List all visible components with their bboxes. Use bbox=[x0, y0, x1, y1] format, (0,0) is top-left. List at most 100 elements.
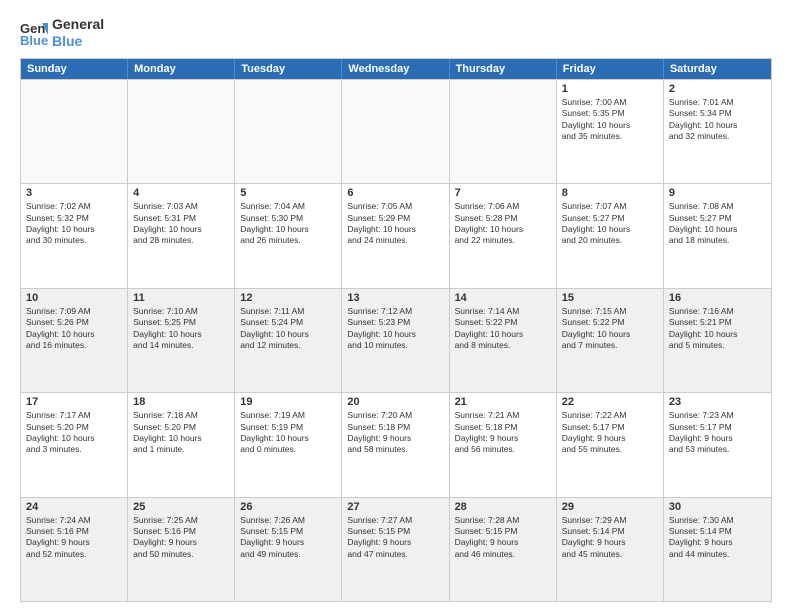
day-info: Sunrise: 7:07 AM Sunset: 5:27 PM Dayligh… bbox=[562, 201, 658, 247]
calendar-row: 17 Sunrise: 7:17 AM Sunset: 5:20 PM Dayli… bbox=[21, 392, 771, 496]
weekday-header: Wednesday bbox=[342, 59, 449, 79]
calendar-cell: 17 Sunrise: 7:17 AM Sunset: 5:20 PM Dayli… bbox=[21, 393, 128, 496]
day-number: 13 bbox=[347, 292, 443, 304]
calendar-cell: 2 Sunrise: 7:01 AM Sunset: 5:34 PM Daylig… bbox=[664, 80, 771, 183]
day-info: Sunrise: 7:10 AM Sunset: 5:25 PM Dayligh… bbox=[133, 306, 229, 352]
day-number: 29 bbox=[562, 501, 658, 513]
day-number: 11 bbox=[133, 292, 229, 304]
day-number: 2 bbox=[669, 83, 766, 95]
day-info: Sunrise: 7:19 AM Sunset: 5:19 PM Dayligh… bbox=[240, 410, 336, 456]
day-number: 4 bbox=[133, 187, 229, 199]
weekday-header: Friday bbox=[557, 59, 664, 79]
day-info: Sunrise: 7:15 AM Sunset: 5:22 PM Dayligh… bbox=[562, 306, 658, 352]
day-info: Sunrise: 7:21 AM Sunset: 5:18 PM Dayligh… bbox=[455, 410, 551, 456]
day-info: Sunrise: 7:20 AM Sunset: 5:18 PM Dayligh… bbox=[347, 410, 443, 456]
calendar-cell: 27 Sunrise: 7:27 AM Sunset: 5:15 PM Dayli… bbox=[342, 498, 449, 601]
calendar-cell bbox=[235, 80, 342, 183]
day-info: Sunrise: 7:14 AM Sunset: 5:22 PM Dayligh… bbox=[455, 306, 551, 352]
day-info: Sunrise: 7:25 AM Sunset: 5:16 PM Dayligh… bbox=[133, 515, 229, 561]
calendar-cell: 30 Sunrise: 7:30 AM Sunset: 5:14 PM Dayli… bbox=[664, 498, 771, 601]
day-number: 3 bbox=[26, 187, 122, 199]
calendar-row: 10 Sunrise: 7:09 AM Sunset: 5:26 PM Dayli… bbox=[21, 288, 771, 392]
day-info: Sunrise: 7:26 AM Sunset: 5:15 PM Dayligh… bbox=[240, 515, 336, 561]
calendar-cell: 22 Sunrise: 7:22 AM Sunset: 5:17 PM Dayli… bbox=[557, 393, 664, 496]
day-info: Sunrise: 7:01 AM Sunset: 5:34 PM Dayligh… bbox=[669, 97, 766, 143]
day-number: 6 bbox=[347, 187, 443, 199]
calendar-cell: 11 Sunrise: 7:10 AM Sunset: 5:25 PM Dayli… bbox=[128, 289, 235, 392]
day-number: 27 bbox=[347, 501, 443, 513]
day-number: 17 bbox=[26, 396, 122, 408]
day-number: 18 bbox=[133, 396, 229, 408]
calendar-cell: 28 Sunrise: 7:28 AM Sunset: 5:15 PM Dayli… bbox=[450, 498, 557, 601]
day-number: 12 bbox=[240, 292, 336, 304]
day-info: Sunrise: 7:04 AM Sunset: 5:30 PM Dayligh… bbox=[240, 201, 336, 247]
calendar-cell: 13 Sunrise: 7:12 AM Sunset: 5:23 PM Dayli… bbox=[342, 289, 449, 392]
calendar-cell bbox=[450, 80, 557, 183]
day-info: Sunrise: 7:23 AM Sunset: 5:17 PM Dayligh… bbox=[669, 410, 766, 456]
logo-icon: General Blue bbox=[20, 19, 48, 47]
day-number: 30 bbox=[669, 501, 766, 513]
day-number: 15 bbox=[562, 292, 658, 304]
weekday-header: Monday bbox=[128, 59, 235, 79]
day-number: 5 bbox=[240, 187, 336, 199]
day-number: 24 bbox=[26, 501, 122, 513]
day-info: Sunrise: 7:12 AM Sunset: 5:23 PM Dayligh… bbox=[347, 306, 443, 352]
day-info: Sunrise: 7:00 AM Sunset: 5:35 PM Dayligh… bbox=[562, 97, 658, 143]
calendar-cell bbox=[342, 80, 449, 183]
calendar-cell: 1 Sunrise: 7:00 AM Sunset: 5:35 PM Daylig… bbox=[557, 80, 664, 183]
day-number: 20 bbox=[347, 396, 443, 408]
day-info: Sunrise: 7:09 AM Sunset: 5:26 PM Dayligh… bbox=[26, 306, 122, 352]
day-number: 16 bbox=[669, 292, 766, 304]
calendar-cell: 18 Sunrise: 7:18 AM Sunset: 5:20 PM Dayli… bbox=[128, 393, 235, 496]
day-info: Sunrise: 7:29 AM Sunset: 5:14 PM Dayligh… bbox=[562, 515, 658, 561]
day-number: 21 bbox=[455, 396, 551, 408]
day-info: Sunrise: 7:30 AM Sunset: 5:14 PM Dayligh… bbox=[669, 515, 766, 561]
calendar-cell: 25Sunrise: 7:25 AM Sunset: 5:16 PM Dayli… bbox=[128, 498, 235, 601]
day-info: Sunrise: 7:08 AM Sunset: 5:27 PM Dayligh… bbox=[669, 201, 766, 247]
calendar-cell: 16 Sunrise: 7:16 AM Sunset: 5:21 PM Dayli… bbox=[664, 289, 771, 392]
day-info: Sunrise: 7:28 AM Sunset: 5:15 PM Dayligh… bbox=[455, 515, 551, 561]
weekday-header: Saturday bbox=[664, 59, 771, 79]
day-info: Sunrise: 7:16 AM Sunset: 5:21 PM Dayligh… bbox=[669, 306, 766, 352]
day-info: Sunrise: 7:11 AM Sunset: 5:24 PM Dayligh… bbox=[240, 306, 336, 352]
calendar-cell bbox=[128, 80, 235, 183]
calendar-cell: 5 Sunrise: 7:04 AM Sunset: 5:30 PM Daylig… bbox=[235, 184, 342, 287]
logo-text: GeneralBlue bbox=[52, 16, 104, 50]
header: General Blue GeneralBlue bbox=[20, 16, 772, 50]
calendar-cell: 19 Sunrise: 7:19 AM Sunset: 5:19 PM Dayli… bbox=[235, 393, 342, 496]
calendar-cell: 23Sunrise: 7:23 AM Sunset: 5:17 PM Dayli… bbox=[664, 393, 771, 496]
calendar-cell: 20 Sunrise: 7:20 AM Sunset: 5:18 PM Dayli… bbox=[342, 393, 449, 496]
weekday-header: Sunday bbox=[21, 59, 128, 79]
day-number: 28 bbox=[455, 501, 551, 513]
weekday-header: Tuesday bbox=[235, 59, 342, 79]
day-info: Sunrise: 7:02 AM Sunset: 5:32 PM Dayligh… bbox=[26, 201, 122, 247]
day-info: Sunrise: 7:06 AM Sunset: 5:28 PM Dayligh… bbox=[455, 201, 551, 247]
calendar-cell bbox=[21, 80, 128, 183]
calendar-cell: 10 Sunrise: 7:09 AM Sunset: 5:26 PM Dayli… bbox=[21, 289, 128, 392]
calendar-cell: 21 Sunrise: 7:21 AM Sunset: 5:18 PM Dayli… bbox=[450, 393, 557, 496]
day-info: Sunrise: 7:17 AM Sunset: 5:20 PM Dayligh… bbox=[26, 410, 122, 456]
calendar-cell: 24Sunrise: 7:24 AM Sunset: 5:16 PM Dayli… bbox=[21, 498, 128, 601]
calendar-row: 3 Sunrise: 7:02 AM Sunset: 5:32 PM Daylig… bbox=[21, 183, 771, 287]
day-number: 8 bbox=[562, 187, 658, 199]
calendar-cell: 3 Sunrise: 7:02 AM Sunset: 5:32 PM Daylig… bbox=[21, 184, 128, 287]
day-info: Sunrise: 7:27 AM Sunset: 5:15 PM Dayligh… bbox=[347, 515, 443, 561]
day-number: 10 bbox=[26, 292, 122, 304]
calendar-cell: 14 Sunrise: 7:14 AM Sunset: 5:22 PM Dayli… bbox=[450, 289, 557, 392]
calendar-cell: 8 Sunrise: 7:07 AM Sunset: 5:27 PM Daylig… bbox=[557, 184, 664, 287]
weekday-header: Thursday bbox=[450, 59, 557, 79]
calendar-cell: 4Sunrise: 7:03 AM Sunset: 5:31 PM Daylig… bbox=[128, 184, 235, 287]
calendar-cell: 6Sunrise: 7:05 AM Sunset: 5:29 PM Daylig… bbox=[342, 184, 449, 287]
day-number: 14 bbox=[455, 292, 551, 304]
day-number: 9 bbox=[669, 187, 766, 199]
calendar-cell: 9 Sunrise: 7:08 AM Sunset: 5:27 PM Daylig… bbox=[664, 184, 771, 287]
day-number: 1 bbox=[562, 83, 658, 95]
day-info: Sunrise: 7:18 AM Sunset: 5:20 PM Dayligh… bbox=[133, 410, 229, 456]
calendar-cell: 26 Sunrise: 7:26 AM Sunset: 5:15 PM Dayli… bbox=[235, 498, 342, 601]
day-number: 22 bbox=[562, 396, 658, 408]
day-number: 7 bbox=[455, 187, 551, 199]
day-info: Sunrise: 7:22 AM Sunset: 5:17 PM Dayligh… bbox=[562, 410, 658, 456]
day-number: 26 bbox=[240, 501, 336, 513]
calendar-cell: 15 Sunrise: 7:15 AM Sunset: 5:22 PM Dayli… bbox=[557, 289, 664, 392]
day-number: 19 bbox=[240, 396, 336, 408]
